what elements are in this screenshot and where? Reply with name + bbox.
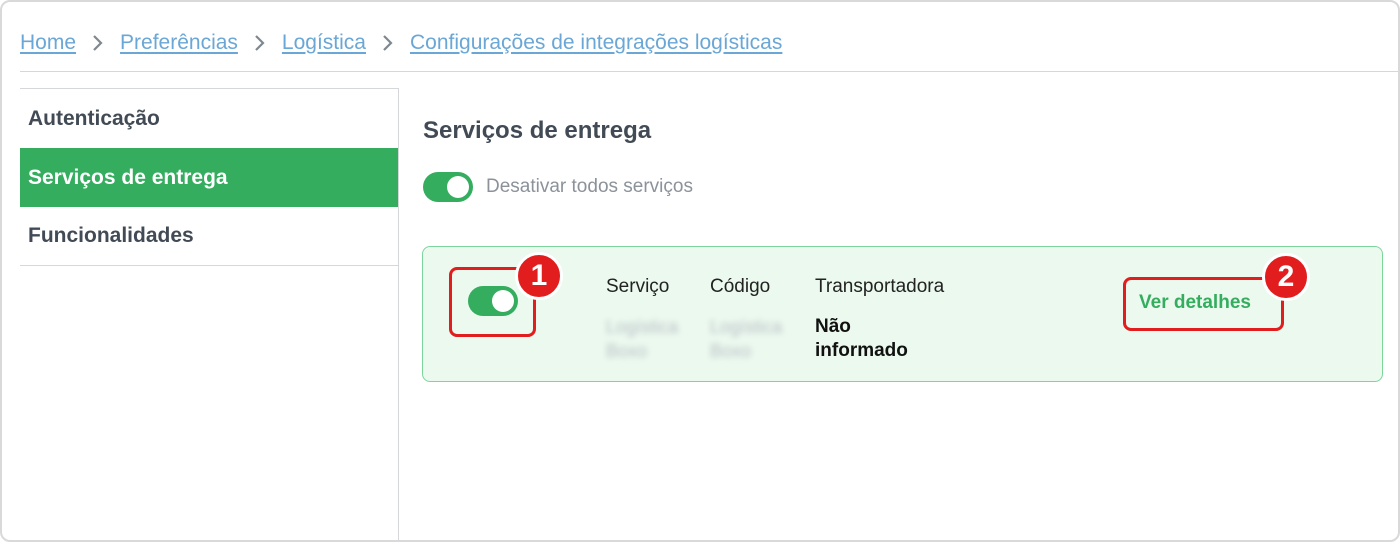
- service-value: Logística Boxo: [606, 315, 678, 363]
- column-header-codigo: Código: [710, 276, 771, 297]
- chevron-right-icon: [382, 34, 394, 52]
- service-value-line: Boxo: [606, 341, 648, 361]
- carrier-value: Não informado: [815, 316, 908, 361]
- callout-badge-2: 2: [1262, 253, 1310, 301]
- chevron-right-icon: [92, 34, 104, 52]
- service-value-line: Logística: [606, 317, 679, 337]
- sidebar-item-funcionalidades[interactable]: Funcionalidades: [20, 207, 398, 266]
- code-value-line: Boxo: [710, 341, 752, 361]
- breadcrumb-home-link[interactable]: Home: [20, 31, 76, 55]
- toggle-all-label: Desativar todos serviços: [486, 176, 693, 197]
- code-value: Logística Boxo: [710, 315, 782, 363]
- chevron-right-icon: [254, 34, 266, 52]
- breadcrumb-preferencias-link[interactable]: Preferências: [120, 31, 238, 55]
- breadcrumb-logistica-link[interactable]: Logística: [282, 31, 366, 55]
- toggle-all-row: Desativar todos serviços: [423, 172, 693, 202]
- app-frame: Home Preferências Logística Configuraçõe…: [0, 0, 1400, 542]
- column-header-servico: Serviço: [606, 276, 670, 297]
- sidebar: Autenticação Serviços de entrega Funcion…: [20, 88, 399, 540]
- toggle-all-services-switch[interactable]: [423, 172, 473, 202]
- page-title: Serviços de entrega: [423, 117, 652, 144]
- breadcrumb: Home Preferências Logística Configuraçõe…: [20, 28, 782, 58]
- sidebar-item-servicos-de-entrega[interactable]: Serviços de entrega: [20, 148, 398, 207]
- column-header-transportadora: Transportadora: [815, 276, 945, 297]
- toggle-knob: [447, 176, 469, 198]
- sidebar-item-autenticacao[interactable]: Autenticação: [20, 89, 398, 148]
- code-value-line: Logística: [710, 317, 783, 337]
- callout-box-details: [1123, 277, 1284, 331]
- callout-badge-1: 1: [515, 252, 563, 300]
- breadcrumb-configuracoes-link[interactable]: Configurações de integrações logísticas: [410, 31, 782, 55]
- breadcrumb-divider: [20, 71, 1398, 72]
